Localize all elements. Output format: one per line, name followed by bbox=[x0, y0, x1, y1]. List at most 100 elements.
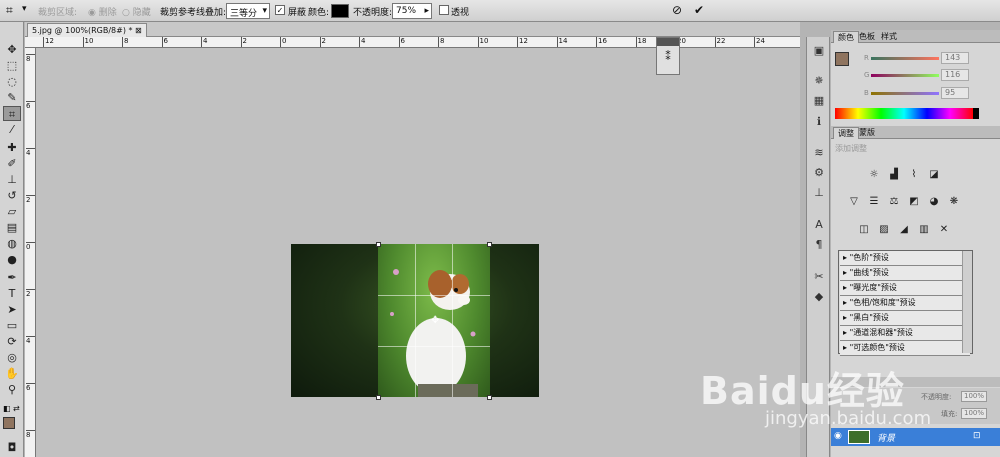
curves-icon[interactable]: ⌇ bbox=[906, 168, 922, 182]
marquee-tool-icon[interactable]: ⬚ bbox=[3, 58, 21, 73]
crop-handle-tr[interactable] bbox=[487, 242, 492, 247]
commit-crop-icon[interactable]: ✔ bbox=[694, 3, 704, 17]
tool-presets-icon[interactable]: ⊥ bbox=[811, 185, 827, 201]
crop-handle-br[interactable] bbox=[487, 395, 492, 400]
history-brush-tool-icon[interactable]: ↺ bbox=[3, 188, 21, 203]
navigator-icon[interactable]: ✵ bbox=[811, 73, 827, 89]
brightness-icon[interactable]: ☼ bbox=[866, 168, 882, 182]
preset-levels[interactable]: ▸ "色阶"预设 bbox=[840, 251, 970, 266]
brushes-icon[interactable]: ≋ bbox=[811, 145, 827, 161]
preset-scrollbar[interactable] bbox=[962, 251, 972, 353]
crop-handle-bl[interactable] bbox=[376, 395, 381, 400]
layer-row-background[interactable]: ◉ 背景 ⊡ bbox=[831, 428, 1000, 446]
eyedropper-tool-icon[interactable]: ⁄ bbox=[3, 122, 21, 137]
shield-checkbox[interactable]: ✓ bbox=[275, 5, 285, 15]
crop-handle-tl[interactable] bbox=[376, 242, 381, 247]
gradient-map-icon[interactable]: ▥ bbox=[916, 223, 932, 237]
opacity-label: 不透明度: bbox=[353, 8, 393, 18]
cancel-crop-icon[interactable]: ⊘ bbox=[672, 3, 682, 17]
paragraph-icon[interactable]: ¶ bbox=[811, 237, 827, 253]
color-spectrum-bar[interactable] bbox=[835, 108, 973, 119]
crop-selection[interactable]: ✥ bbox=[378, 244, 490, 397]
preset-hue-saturation[interactable]: ▸ "色相/饱和度"预设 bbox=[840, 296, 970, 311]
b-slider[interactable] bbox=[871, 92, 939, 95]
foreground-color-swatch[interactable] bbox=[3, 417, 15, 429]
eraser-tool-icon[interactable]: ▱ bbox=[3, 204, 21, 219]
clone-stamp-tool-icon[interactable]: ⊥ bbox=[3, 172, 21, 187]
tab-swatches[interactable]: 色板 bbox=[855, 31, 879, 43]
dodge-tool-icon[interactable]: ● bbox=[3, 252, 21, 267]
spectrum-black[interactable] bbox=[973, 108, 979, 119]
layer-fill-value[interactable]: 100% bbox=[961, 408, 987, 419]
b-value[interactable]: 95 bbox=[941, 87, 969, 99]
invert-icon[interactable]: ◫ bbox=[856, 223, 872, 237]
mini-bridge-icon[interactable]: ▣ bbox=[811, 43, 827, 59]
type-tool-icon[interactable]: T bbox=[3, 286, 21, 301]
quick-mask-icon[interactable]: ◘ bbox=[3, 440, 21, 455]
opacity-input[interactable]: 75% ▸ bbox=[392, 3, 432, 19]
blur-tool-icon[interactable]: ◍ bbox=[3, 236, 21, 251]
brush-tool-icon[interactable]: ⁑ bbox=[657, 46, 679, 68]
crop-tool-icon[interactable]: ⌗ bbox=[6, 3, 13, 18]
crop-center-icon[interactable]: ✥ bbox=[431, 315, 439, 326]
watermark-logo: Baidu经验 bbox=[700, 369, 905, 413]
channel-mixer-icon[interactable]: ❋ bbox=[946, 195, 962, 209]
close-icon[interactable]: ⊠ bbox=[135, 26, 142, 35]
swap-colors-icon[interactable]: ⇄ bbox=[13, 404, 20, 413]
hand-tool-icon[interactable]: ✋ bbox=[3, 366, 21, 381]
preset-curves[interactable]: ▸ "曲线"预设 bbox=[840, 266, 970, 281]
posterize-icon[interactable]: ▨ bbox=[876, 223, 892, 237]
threshold-icon[interactable]: ◢ bbox=[896, 223, 912, 237]
gradient-tool-icon[interactable]: ▤ bbox=[3, 220, 21, 235]
3d-rotate-tool-icon[interactable]: ⟳ bbox=[3, 334, 21, 349]
shape-tool-icon[interactable]: ▭ bbox=[3, 318, 21, 333]
vibrance-icon[interactable]: ▽ bbox=[846, 195, 862, 209]
hue-saturation-icon[interactable]: ☰ bbox=[866, 195, 882, 209]
levels-icon[interactable]: ▟ bbox=[886, 168, 902, 182]
foreground-color-swatch[interactable] bbox=[835, 52, 849, 66]
g-value[interactable]: 116 bbox=[941, 69, 969, 81]
3d-orbit-tool-icon[interactable]: ◎ bbox=[3, 350, 21, 365]
healing-brush-tool-icon[interactable]: ✚ bbox=[3, 140, 21, 155]
overlay-select[interactable]: 三等分 ▾ bbox=[226, 3, 270, 19]
shield-color-swatch[interactable] bbox=[331, 4, 349, 18]
lasso-tool-icon[interactable]: ◌ bbox=[3, 74, 21, 89]
document-tab[interactable]: 5.jpg @ 100%(RGB/8#) * ⊠ bbox=[27, 23, 147, 37]
preset-channel-mixer[interactable]: ▸ "通道混和器"预设 bbox=[840, 326, 970, 341]
tab-styles[interactable]: 样式 bbox=[877, 31, 901, 43]
pen-tool-icon[interactable]: ✒ bbox=[3, 270, 21, 285]
clone-source-icon[interactable]: ⚙ bbox=[811, 165, 827, 181]
character-icon[interactable]: A bbox=[811, 217, 827, 233]
zoom-tool-icon[interactable]: ⚲ bbox=[3, 382, 21, 397]
default-colors-icon[interactable]: ◧ bbox=[3, 404, 11, 413]
r-value[interactable]: 143 bbox=[941, 52, 969, 64]
ruler-tick-label: 6 bbox=[26, 383, 35, 392]
delete-radio[interactable]: ◉ 删除 bbox=[88, 5, 117, 18]
preset-label: "色阶"预设 bbox=[849, 253, 889, 262]
crop-tool-icon[interactable]: ⌗ bbox=[3, 106, 21, 121]
move-tool-icon[interactable]: ✥ bbox=[3, 42, 21, 57]
g-slider[interactable] bbox=[871, 74, 939, 77]
r-slider[interactable] bbox=[871, 57, 939, 60]
preset-exposure[interactable]: ▸ "曝光度"预设 bbox=[840, 281, 970, 296]
quick-select-tool-icon[interactable]: ✎ bbox=[3, 90, 21, 105]
exposure-icon[interactable]: ◪ bbox=[926, 168, 942, 182]
layer-comps-icon[interactable]: ◆ bbox=[811, 289, 827, 305]
perspective-checkbox[interactable] bbox=[439, 5, 449, 15]
tool-preset-chevron-icon[interactable]: ▾ bbox=[22, 4, 27, 14]
layer-opacity-value[interactable]: 100% bbox=[961, 391, 987, 402]
hide-radio[interactable]: ○ 隐藏 bbox=[122, 5, 151, 18]
photo-filter-icon[interactable]: ◕ bbox=[926, 195, 942, 209]
color-balance-icon[interactable]: ⚖ bbox=[886, 195, 902, 209]
histogram-icon[interactable]: ▦ bbox=[811, 93, 827, 109]
eye-icon[interactable]: ◉ bbox=[834, 431, 842, 441]
brush-tool-icon[interactable]: ✐ bbox=[3, 156, 21, 171]
preset-selective-color[interactable]: ▸ "可选颜色"预设 bbox=[840, 341, 970, 356]
actions-icon[interactable]: ✂ bbox=[811, 269, 827, 285]
tab-masks[interactable]: 蒙版 bbox=[855, 127, 879, 139]
selective-color-icon[interactable]: ✕ bbox=[936, 223, 952, 237]
preset-black-white[interactable]: ▸ "黑白"预设 bbox=[840, 311, 970, 326]
path-select-tool-icon[interactable]: ➤ bbox=[3, 302, 21, 317]
black-white-icon[interactable]: ◩ bbox=[906, 195, 922, 209]
info-icon[interactable]: ℹ bbox=[811, 114, 827, 130]
